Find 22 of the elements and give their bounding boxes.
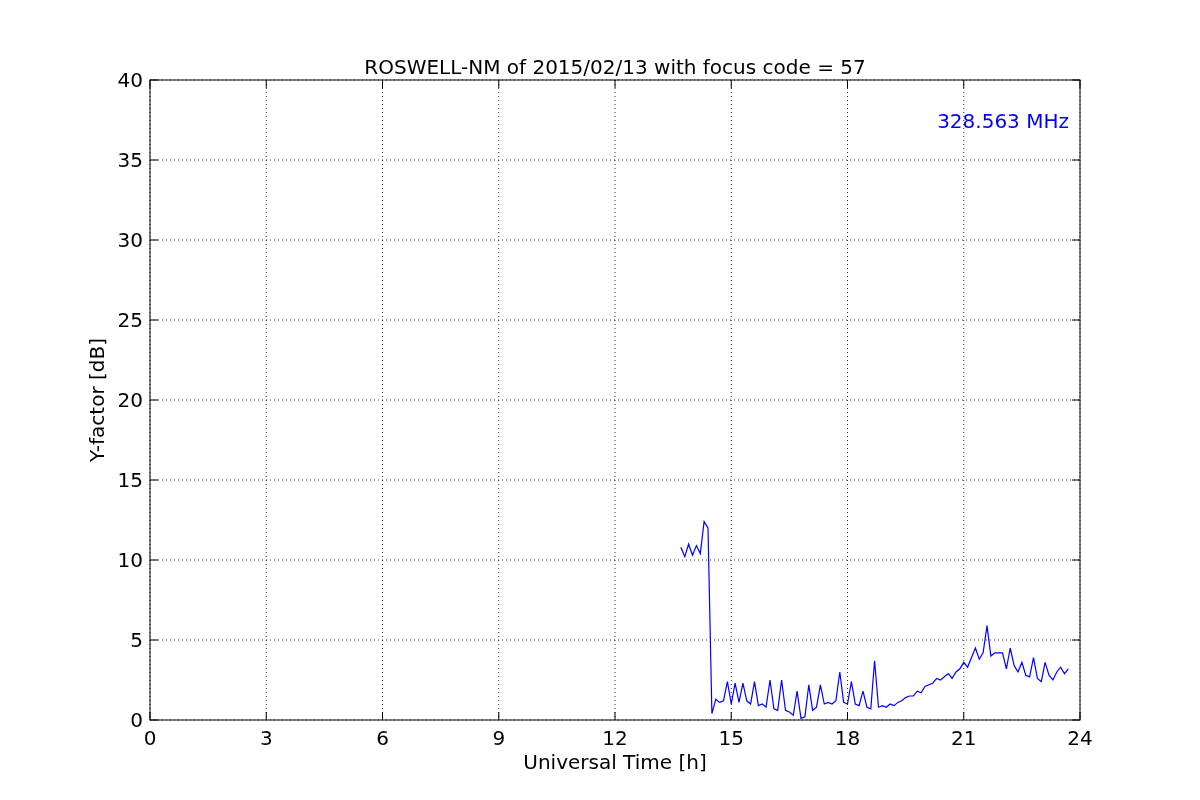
y-tick-label: 40 — [117, 68, 143, 92]
x-tick-label: 12 — [602, 726, 628, 750]
y-tick-label: 25 — [117, 308, 143, 332]
x-tick-label: 9 — [492, 726, 506, 750]
x-tick-label: 0 — [143, 726, 157, 750]
chart-title: ROSWELL-NM of 2015/02/13 with focus code = 57 — [364, 55, 866, 79]
x-tick-label: 18 — [834, 726, 861, 750]
y-tick-label: 0 — [130, 708, 143, 732]
x-tick-label: 24 — [1067, 726, 1093, 750]
frequency-annotation: 328.563 MHz — [937, 109, 1069, 133]
y-axis-label: Y-factor [dB] — [85, 338, 109, 462]
y-tick-label: 30 — [117, 228, 143, 252]
y-tick-label: 5 — [130, 628, 143, 652]
y-tick-label: 35 — [117, 148, 143, 172]
y-tick-label: 10 — [117, 548, 143, 572]
x-tick-label: 15 — [718, 726, 744, 750]
y-tick-label: 20 — [117, 388, 143, 412]
y-tick-label: 15 — [117, 468, 143, 492]
x-tick-label: 3 — [259, 726, 273, 750]
x-tick-label: 21 — [951, 726, 977, 750]
x-axis-label: Universal Time [h] — [523, 750, 707, 774]
x-tick-label: 6 — [376, 726, 389, 750]
